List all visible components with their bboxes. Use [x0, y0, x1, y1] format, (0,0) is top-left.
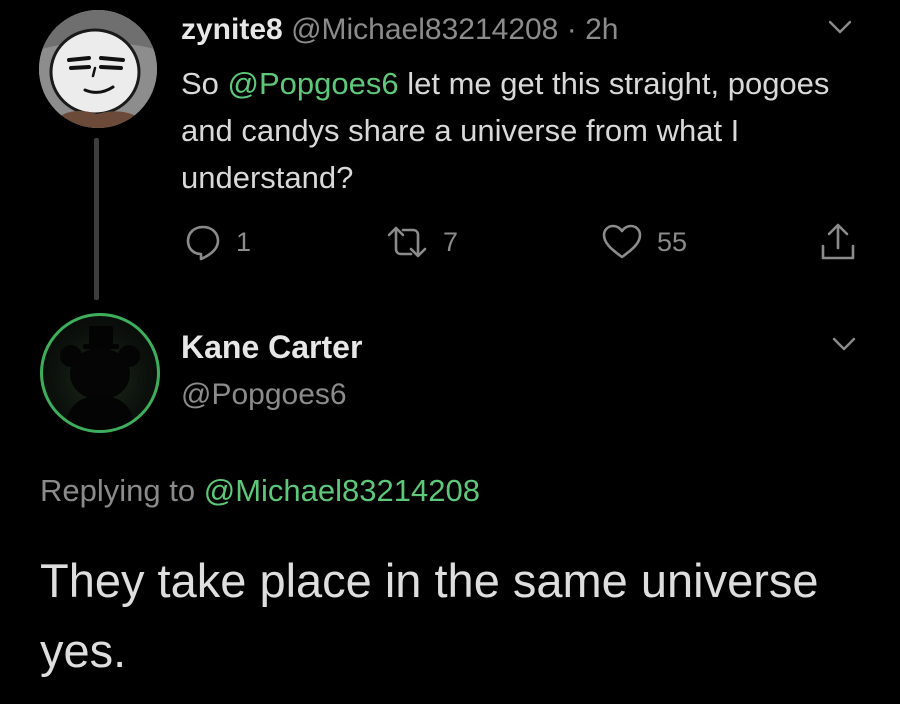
like-count: 55 — [657, 226, 688, 257]
avatar-kane-carter[interactable] — [40, 313, 160, 433]
tweet2-more-button[interactable] — [832, 337, 856, 356]
avatar-zynite8[interactable] — [39, 10, 157, 128]
tweet1-mention-link[interactable]: @Popgoes6 — [228, 66, 399, 101]
tweet1-more-button[interactable] — [828, 20, 852, 39]
cartoon-face-avatar — [39, 10, 157, 128]
retweet-arrows-icon — [387, 226, 427, 258]
retweet-button[interactable]: 7 — [385, 222, 458, 262]
replying-to-label: Replying to — [40, 473, 204, 508]
reply-count: 1 — [236, 226, 252, 257]
dark-bear-silhouette-avatar — [60, 326, 140, 430]
tweet1-separator: · — [566, 13, 577, 46]
chevron-down-icon — [832, 337, 856, 351]
thread-connector-line — [94, 138, 99, 300]
like-button[interactable]: 55 — [601, 222, 687, 262]
heart-icon — [602, 224, 642, 259]
tweet1-display-name[interactable]: zynite8 — [181, 13, 283, 46]
share-upload-icon — [821, 223, 855, 260]
retweet-count: 7 — [443, 226, 459, 257]
replying-to-mention-link[interactable]: @Michael83214208 — [204, 473, 480, 508]
comment-bubble-icon — [186, 225, 220, 261]
reply-button[interactable]: 1 — [184, 222, 251, 262]
tweet1-time[interactable]: 2h — [585, 13, 618, 46]
tweet1-text: So @Popgoes6 let me get this straight, p… — [181, 60, 841, 201]
tweet2-text: They take place in the same universe yes… — [40, 554, 819, 677]
share-button[interactable] — [818, 222, 858, 262]
replying-to-line: Replying to @Michael83214208 — [40, 470, 480, 512]
tweet1-header: zynite8 @Michael83214208 · 2h — [181, 10, 618, 50]
chevron-down-icon — [828, 20, 852, 34]
tweet1-handle[interactable]: @Michael83214208 — [291, 13, 558, 46]
tweet2-handle[interactable]: @Popgoes6 — [181, 375, 347, 415]
tweet2-display-name[interactable]: Kane Carter — [181, 326, 362, 368]
tweet1-text-before: So — [181, 66, 228, 101]
